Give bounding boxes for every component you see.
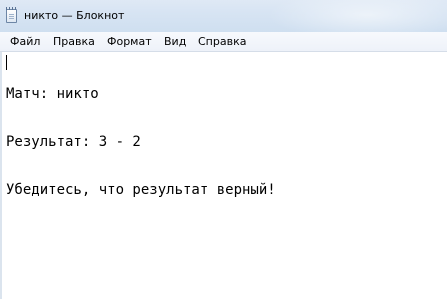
title-bar[interactable]: никто — Блокнот — [0, 0, 447, 40]
editor-line: Результат: 3 - 2 — [6, 134, 141, 150]
text-editor[interactable]: Матч: никто Результат: 3 - 2 Убедитесь, … — [0, 52, 447, 299]
editor-text[interactable]: Матч: никто Результат: 3 - 2 Убедитесь, … — [6, 54, 276, 230]
editor-line: Убедитесь, что результат верный! — [6, 182, 276, 198]
editor-line: Матч: никто — [6, 86, 99, 102]
menu-format[interactable]: Формат — [107, 35, 152, 49]
menu-help[interactable]: Справка — [198, 35, 246, 49]
menu-bar: Файл Правка Формат Вид Справка — [0, 32, 447, 52]
window-title: никто — Блокнот — [24, 9, 125, 22]
menu-file[interactable]: Файл — [10, 35, 40, 49]
menu-edit[interactable]: Правка — [53, 35, 95, 49]
notepad-window: никто — Блокнот Файл Правка Формат Вид С… — [0, 0, 447, 299]
menu-view[interactable]: Вид — [164, 35, 186, 49]
notepad-icon[interactable] — [6, 7, 17, 23]
